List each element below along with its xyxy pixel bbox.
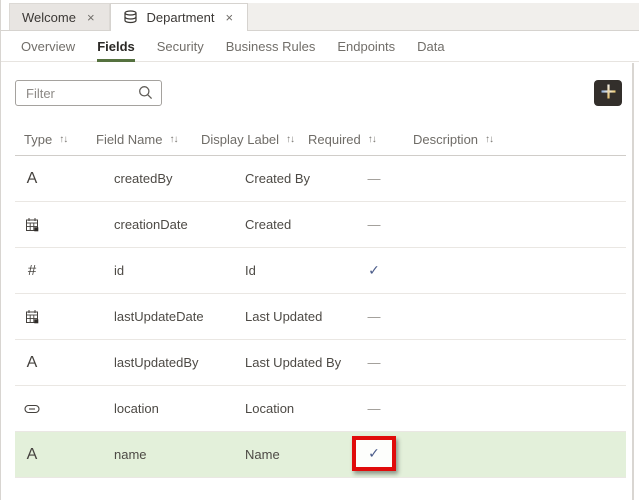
datetime-type-icon — [22, 202, 42, 247]
subtab-security-label: Security — [157, 39, 204, 54]
display-label-cell: Created — [245, 202, 291, 247]
tab-department-label: Department — [147, 10, 215, 25]
sort-icon[interactable]: ↑↓ — [59, 134, 67, 145]
column-header-description[interactable]: Description ↑↓ — [413, 132, 493, 147]
field-name-cell: name — [114, 432, 147, 477]
datetime-type-icon — [22, 294, 42, 339]
required-check-icon: ✓ — [361, 248, 387, 293]
table-row-id[interactable]: # id Id ✓ — [15, 248, 626, 294]
table-row-lastUpdatedBy[interactable]: A lastUpdatedBy Last Updated By — — [15, 340, 626, 386]
annotation-red-box: ✓ — [352, 436, 396, 471]
tab-department[interactable]: Department × — [110, 3, 249, 31]
display-label-cell: Created By — [245, 156, 310, 201]
field-name-cell: lastUpdateDate — [114, 294, 204, 339]
tab-welcome-label: Welcome — [22, 10, 76, 25]
field-name-cell: createdBy — [114, 156, 173, 201]
filter-input[interactable] — [15, 80, 162, 106]
table-row-createdBy[interactable]: A createdBy Created By — — [15, 156, 626, 202]
display-label-cell: Id — [245, 248, 256, 293]
subtab-overview-label: Overview — [21, 39, 75, 54]
sort-icon[interactable]: ↑↓ — [169, 134, 177, 145]
column-header-required[interactable]: Required ↑↓ — [308, 132, 376, 147]
column-header-field-name[interactable]: Field Name ↑↓ — [96, 132, 177, 147]
column-header-description-label: Description — [413, 132, 478, 147]
window-tab-bar: Welcome × Department × — [1, 0, 639, 31]
database-icon — [123, 10, 138, 24]
table-row-name[interactable]: A name Name ✓ — [15, 432, 626, 478]
column-header-required-label: Required — [308, 132, 361, 147]
display-label-cell: Last Updated — [245, 294, 322, 339]
tab-welcome[interactable]: Welcome × — [9, 3, 110, 30]
text-type-icon: A — [22, 340, 42, 385]
field-name-cell: lastUpdatedBy — [114, 340, 199, 385]
subtab-business-rules[interactable]: Business Rules — [215, 31, 327, 61]
subtab-data[interactable]: Data — [406, 31, 455, 61]
required-dash: — — [361, 340, 387, 385]
table-header-row: Type ↑↓ Field Name ↑↓ Display Label ↑↓ R… — [15, 125, 626, 156]
subtab-fields[interactable]: Fields — [86, 31, 146, 61]
table-row-lastUpdateDate[interactable]: lastUpdateDate Last Updated — — [15, 294, 626, 340]
field-name-cell: id — [114, 248, 124, 293]
required-check-icon: ✓ — [368, 445, 380, 462]
reference-type-icon — [22, 386, 42, 431]
column-header-field-name-label: Field Name — [96, 132, 162, 147]
display-label-cell: Location — [245, 386, 294, 431]
column-header-display-label-label: Display Label — [201, 132, 279, 147]
sort-icon[interactable]: ↑↓ — [286, 134, 294, 145]
text-type-icon: A — [22, 432, 42, 477]
number-type-icon: # — [22, 248, 42, 293]
subtab-endpoints-label: Endpoints — [337, 39, 395, 54]
display-label-cell: Name — [245, 432, 280, 477]
sort-icon[interactable]: ↑↓ — [485, 134, 493, 145]
close-icon[interactable]: × — [223, 10, 235, 25]
subtab-data-label: Data — [417, 39, 444, 54]
column-header-type-label: Type — [24, 132, 52, 147]
fields-table: Type ↑↓ Field Name ↑↓ Display Label ↑↓ R… — [15, 125, 626, 478]
text-type-icon: A — [22, 156, 42, 201]
column-header-type[interactable]: Type ↑↓ — [24, 132, 67, 147]
required-dash: — — [361, 294, 387, 339]
table-row-location[interactable]: location Location — — [15, 386, 626, 432]
sort-icon[interactable]: ↑↓ — [368, 134, 376, 145]
required-dash: — — [361, 156, 387, 201]
subtab-overview[interactable]: Overview — [10, 31, 86, 61]
close-icon[interactable]: × — [85, 10, 97, 25]
required-dash: — — [361, 202, 387, 247]
subtab-security[interactable]: Security — [146, 31, 215, 61]
subtab-endpoints[interactable]: Endpoints — [326, 31, 406, 61]
field-name-cell: creationDate — [114, 202, 188, 247]
scrollbar-track[interactable] — [632, 63, 634, 500]
subtab-bar: Overview Fields Security Business Rules … — [1, 31, 639, 62]
subtab-business-rules-label: Business Rules — [226, 39, 316, 54]
column-header-display-label[interactable]: Display Label ↑↓ — [201, 132, 294, 147]
app-window: Welcome × Department × Overview Fields S… — [0, 0, 639, 500]
tab-bar-filler — [248, 3, 639, 30]
field-name-cell: location — [114, 386, 159, 431]
subtab-fields-label: Fields — [97, 39, 135, 54]
table-row-creationDate[interactable]: creationDate Created — — [15, 202, 626, 248]
filter-field-wrap — [15, 80, 162, 106]
required-dash: — — [361, 386, 387, 431]
display-label-cell: Last Updated By — [245, 340, 341, 385]
plus-icon — [601, 84, 616, 102]
add-field-button[interactable] — [594, 80, 622, 106]
